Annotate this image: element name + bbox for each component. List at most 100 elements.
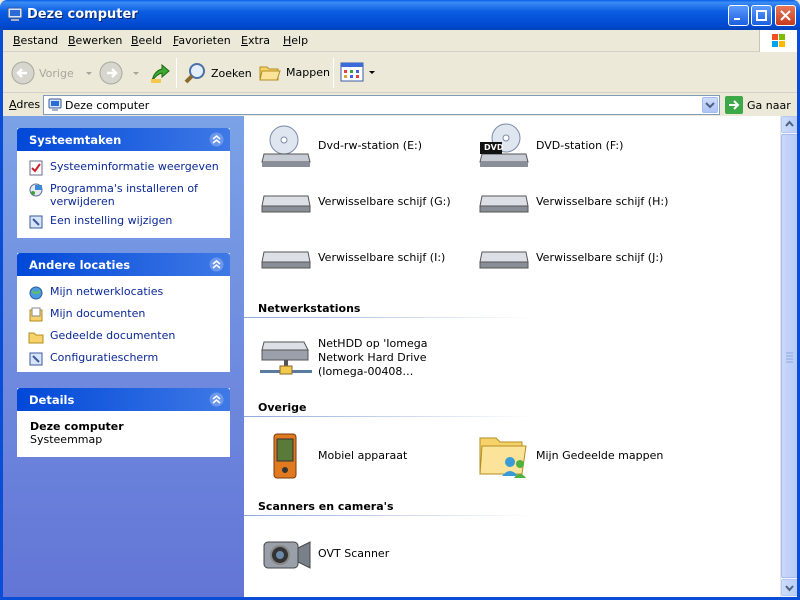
drive-item-f[interactable]: DVD DVD-station (F:): [476, 122, 623, 170]
details-header[interactable]: Details: [17, 388, 230, 411]
mobile-device-icon: [273, 433, 297, 479]
menu-beeld[interactable]: Beeld: [131, 34, 162, 47]
address-input[interactable]: Deze computer: [43, 95, 720, 115]
chevron-up-icon: [785, 120, 794, 127]
drive-label: Verwisselbare schijf (I:): [318, 251, 446, 264]
mobile-device-label: Mobiel apparaat: [318, 449, 408, 462]
drive-item-i[interactable]: Verwisselbare schijf (I:): [258, 234, 445, 282]
search-icon: [184, 63, 205, 84]
group-other: Overige: [258, 401, 307, 414]
maximize-icon: [756, 10, 767, 21]
place-control-panel[interactable]: Configuratiescherm: [18, 348, 229, 370]
back-arrow-icon: [11, 61, 35, 85]
collapse-chevron-icon[interactable]: [209, 257, 224, 272]
system-tasks-header[interactable]: Systeemtaken: [17, 128, 230, 151]
dropdown-arrow-icon: [85, 72, 92, 75]
control-panel-icon: [29, 215, 43, 229]
details-panel: Details Deze computer Systeemmap: [17, 388, 230, 457]
collapse-chevron-icon[interactable]: [209, 392, 224, 407]
scroll-up-button[interactable]: [781, 116, 798, 133]
drive-label: Dvd-rw-station (E:): [318, 139, 423, 152]
details-title: Details: [29, 393, 75, 407]
address-label: Adres: [9, 98, 41, 111]
drive-item-e[interactable]: Dvd-rw-station (E:): [258, 122, 422, 170]
system-tasks-title: Systeemtaken: [29, 133, 122, 147]
removable-disk-icon: [261, 251, 311, 269]
my-documents-icon: [29, 307, 43, 322]
forward-arrow-icon: [99, 61, 123, 85]
removable-disk-icon: [479, 195, 529, 213]
system-info-icon: [29, 160, 43, 176]
folders-icon: [259, 66, 281, 81]
file-list: Dvd-rw-station (E:) DVD DVD-station (F:)…: [244, 116, 780, 597]
other-places-panel: Andere locaties Mijn netwerklocaties Mij…: [17, 253, 230, 372]
title-bar[interactable]: Deze computer: [0, 0, 800, 30]
go-label: Ga naar: [747, 98, 791, 112]
views-icon: [340, 62, 364, 82]
back-button[interactable]: Vorige: [11, 61, 94, 85]
group-scanners: Scanners en camera's: [258, 500, 394, 513]
collapse-chevron-icon[interactable]: [209, 132, 224, 147]
folders-button[interactable]: Mappen: [258, 61, 330, 83]
grip-icon: [786, 352, 793, 363]
network-places-icon: [29, 286, 43, 300]
task-pane: Systeemtaken Systeeminformatie weergeven…: [3, 116, 244, 597]
close-button[interactable]: [775, 5, 796, 26]
vertical-scrollbar[interactable]: [780, 116, 798, 597]
place-my-documents[interactable]: Mijn documenten: [18, 304, 229, 326]
task-install-programs[interactable]: Programma's installeren of verwijderen: [18, 179, 229, 211]
menu-bewerken[interactable]: Bewerken: [68, 34, 122, 47]
shared-folders-item[interactable]: Mijn Gedeelde mappen: [476, 432, 663, 480]
dropdown-arrow-icon: [369, 71, 375, 74]
drive-item-h[interactable]: Verwisselbare schijf (H:): [476, 178, 668, 226]
address-dropdown-button[interactable]: [702, 97, 718, 113]
dropdown-arrow-icon: [133, 72, 139, 75]
address-bar: Adres Deze computer Ga naar: [3, 94, 797, 116]
toolbar: Vorige Zoeken Mappen: [3, 53, 797, 93]
minimize-button[interactable]: [728, 5, 749, 26]
drive-label: Verwisselbare schijf (G:): [318, 195, 451, 208]
other-places-header[interactable]: Andere locaties: [17, 253, 230, 276]
computer-icon: [48, 98, 62, 111]
views-button[interactable]: [340, 61, 376, 83]
computer-icon: [7, 7, 23, 21]
menu-favorieten[interactable]: Favorieten: [173, 34, 231, 47]
scanner-item[interactable]: OVT Scanner: [258, 530, 389, 578]
chevron-down-icon: [785, 585, 794, 592]
network-drive-label: NetHDD op 'Iomega Network Hard Drive (Io…: [318, 337, 428, 378]
menu-bestand[interactable]: Bestand: [13, 34, 58, 47]
menu-extra[interactable]: Extra: [241, 34, 270, 47]
install-programs-icon: [29, 183, 43, 197]
go-arrow-icon: [725, 96, 743, 114]
go-button[interactable]: Ga naar: [725, 96, 791, 114]
folder-icon: [28, 332, 44, 344]
task-system-info[interactable]: Systeeminformatie weergeven: [18, 157, 229, 179]
scroll-down-button[interactable]: [781, 579, 798, 596]
up-folder-button[interactable]: [148, 61, 170, 85]
up-arrow-icon: [151, 63, 170, 83]
maximize-button[interactable]: [751, 5, 772, 26]
place-network[interactable]: Mijn netwerklocaties: [18, 282, 229, 304]
drive-label: Verwisselbare schijf (H:): [536, 195, 669, 208]
network-drive-icon: [260, 341, 312, 375]
dvd-rw-drive-icon: [261, 125, 311, 167]
forward-button[interactable]: [99, 61, 141, 85]
removable-disk-icon: [479, 251, 529, 269]
control-panel-icon: [29, 352, 43, 366]
network-drive-item[interactable]: NetHDD op 'Iomega Network Hard Drive (Io…: [258, 334, 468, 382]
task-change-setting[interactable]: Een instelling wijzigen: [18, 211, 229, 233]
removable-disk-icon: [261, 195, 311, 213]
search-button[interactable]: Zoeken: [183, 61, 252, 85]
details-name: Deze computer: [30, 420, 124, 433]
mobile-device-item[interactable]: Mobiel apparaat: [258, 432, 407, 480]
folders-label: Mappen: [286, 65, 330, 79]
scroll-thumb[interactable]: [781, 134, 798, 578]
drive-item-g[interactable]: Verwisselbare schijf (G:): [258, 178, 451, 226]
scanner-label: OVT Scanner: [318, 547, 390, 560]
drive-item-j[interactable]: Verwisselbare schijf (J:): [476, 234, 663, 282]
windows-logo: [759, 30, 797, 52]
place-shared-documents[interactable]: Gedeelde documenten: [18, 326, 229, 348]
shared-folders-icon: [479, 437, 527, 478]
search-label: Zoeken: [211, 66, 252, 80]
menu-help[interactable]: Help: [283, 34, 308, 47]
